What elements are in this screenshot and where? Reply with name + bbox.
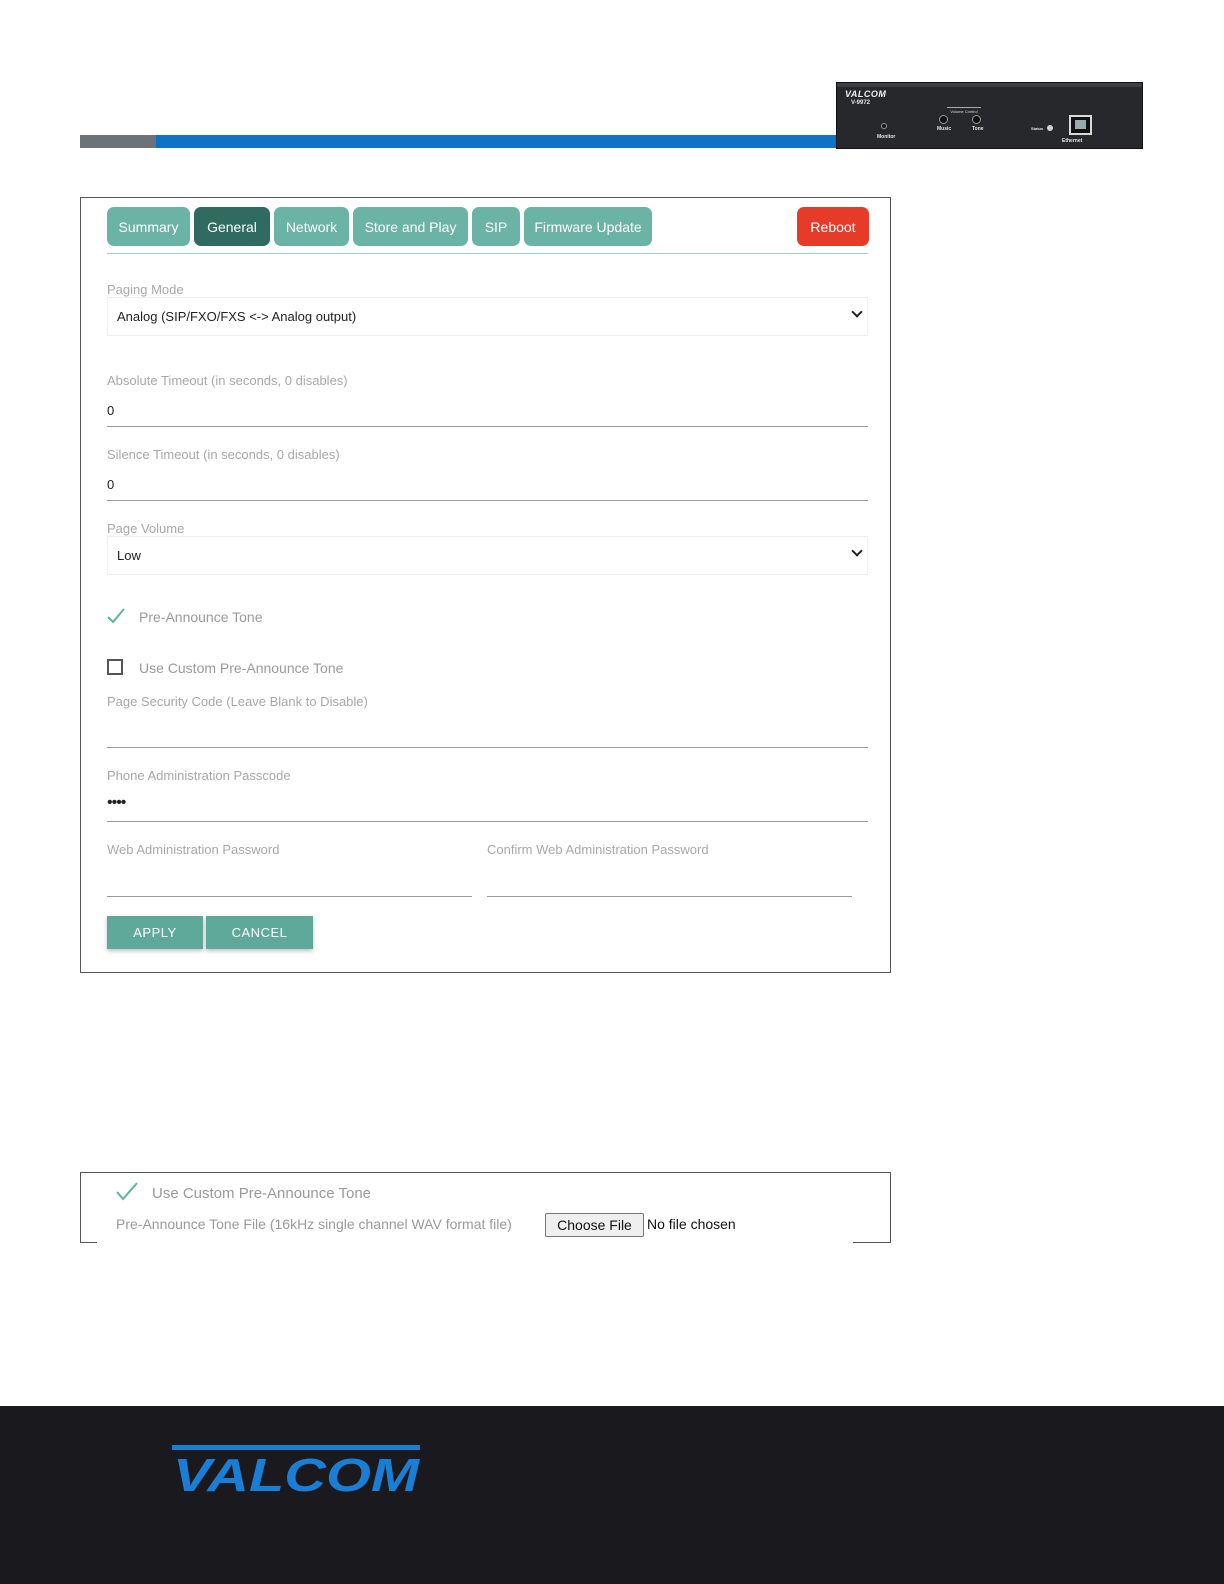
chevron-down-icon [849, 545, 865, 562]
panel-border-right-segment [853, 1242, 891, 1243]
tab-sip[interactable]: SIP [472, 207, 520, 246]
general-settings-panel: Summary General Network Store and Play S… [80, 197, 891, 973]
device-brand: VALCOM [845, 89, 887, 99]
phone-admin-passcode-value: •••• [107, 794, 126, 811]
tone-knob-icon [972, 115, 981, 124]
absolute-timeout-input[interactable]: 0 [107, 397, 868, 427]
music-knob-icon [939, 115, 948, 124]
tone-label: Tone [972, 126, 984, 132]
reboot-button[interactable]: Reboot [797, 207, 869, 246]
custom-tone-panel: Use Custom Pre-Announce Tone Pre-Announc… [80, 1172, 891, 1243]
tab-bar: Summary General Network Store and Play S… [107, 207, 869, 247]
paging-mode-select[interactable]: Analog (SIP/FXO/FXS <-> Analog output) [107, 297, 868, 336]
confirm-web-admin-password-input[interactable] [487, 867, 852, 897]
absolute-timeout-value: 0 [107, 403, 115, 418]
web-admin-password-input[interactable] [107, 867, 472, 897]
footer-logo-text: VALCOM [173, 1449, 420, 1493]
page-volume-value: Low [117, 548, 141, 563]
choose-file-button[interactable]: Choose File [545, 1213, 644, 1237]
status-led-icon [1047, 125, 1053, 131]
absolute-timeout-label: Absolute Timeout (in seconds, 0 disables… [107, 373, 348, 388]
page-volume-label: Page Volume [107, 521, 185, 536]
apply-button[interactable]: APPLY [107, 916, 203, 949]
custom-tone-label: Use Custom Pre-Announce Tone [152, 1185, 372, 1202]
device-volume-control-label: Volume Control [947, 107, 981, 114]
custom-pre-announce-tone-checkbox[interactable] [107, 659, 123, 675]
panel-border-left-segment [80, 1242, 97, 1243]
cancel-button[interactable]: CANCEL [206, 916, 313, 949]
tab-bar-divider [107, 253, 868, 254]
silence-timeout-input[interactable]: 0 [107, 471, 868, 501]
tab-summary[interactable]: Summary [107, 207, 190, 246]
header-bar-blue [156, 135, 836, 148]
file-status-text: No file chosen [647, 1216, 736, 1232]
monitor-knob-icon [881, 123, 887, 129]
phone-admin-passcode-label: Phone Administration Passcode [107, 768, 291, 783]
ethernet-port-icon [1069, 115, 1092, 135]
tab-network[interactable]: Network [274, 207, 349, 246]
monitor-label: Monitor [877, 134, 896, 140]
tab-general[interactable]: General [194, 207, 270, 246]
silence-timeout-value: 0 [107, 477, 115, 492]
tone-file-label: Pre-Announce Tone File (16kHz single cha… [116, 1216, 512, 1232]
custom-tone-checkmark-icon[interactable] [115, 1180, 139, 1202]
ethernet-label: Ethernet [1062, 138, 1083, 144]
web-admin-password-label: Web Administration Password [107, 842, 280, 857]
status-label: Status [1031, 126, 1044, 131]
confirm-web-admin-password-label: Confirm Web Administration Password [487, 842, 709, 857]
page-security-code-input[interactable] [107, 718, 868, 748]
custom-pre-announce-tone-label: Use Custom Pre-Announce Tone [139, 660, 344, 676]
tab-firmware-update[interactable]: Firmware Update [524, 207, 652, 246]
footer: VALCOM [0, 1406, 1224, 1584]
tab-store-and-play[interactable]: Store and Play [353, 207, 468, 246]
music-label: Music [937, 126, 952, 132]
silence-timeout-label: Silence Timeout (in seconds, 0 disables) [107, 447, 340, 462]
paging-mode-label: Paging Mode [107, 282, 184, 297]
device-front-panel-image: VALCOM V-9972 Volume Control Monitor Mus… [836, 82, 1143, 149]
page-security-code-label: Page Security Code (Leave Blank to Disab… [107, 694, 368, 709]
phone-admin-passcode-input[interactable]: •••• [107, 792, 868, 822]
page-volume-select[interactable]: Low [107, 536, 868, 575]
device-top-edge [837, 83, 1142, 87]
pre-announce-tone-label: Pre-Announce Tone [139, 609, 263, 625]
header-bar-gray [80, 135, 156, 148]
paging-mode-value: Analog (SIP/FXO/FXS <-> Analog output) [117, 309, 357, 324]
device-model: V-9972 [851, 100, 871, 106]
valcom-logo: VALCOM [172, 1445, 420, 1493]
pre-announce-tone-checkmark-icon[interactable] [106, 606, 126, 626]
chevron-down-icon [849, 306, 865, 323]
